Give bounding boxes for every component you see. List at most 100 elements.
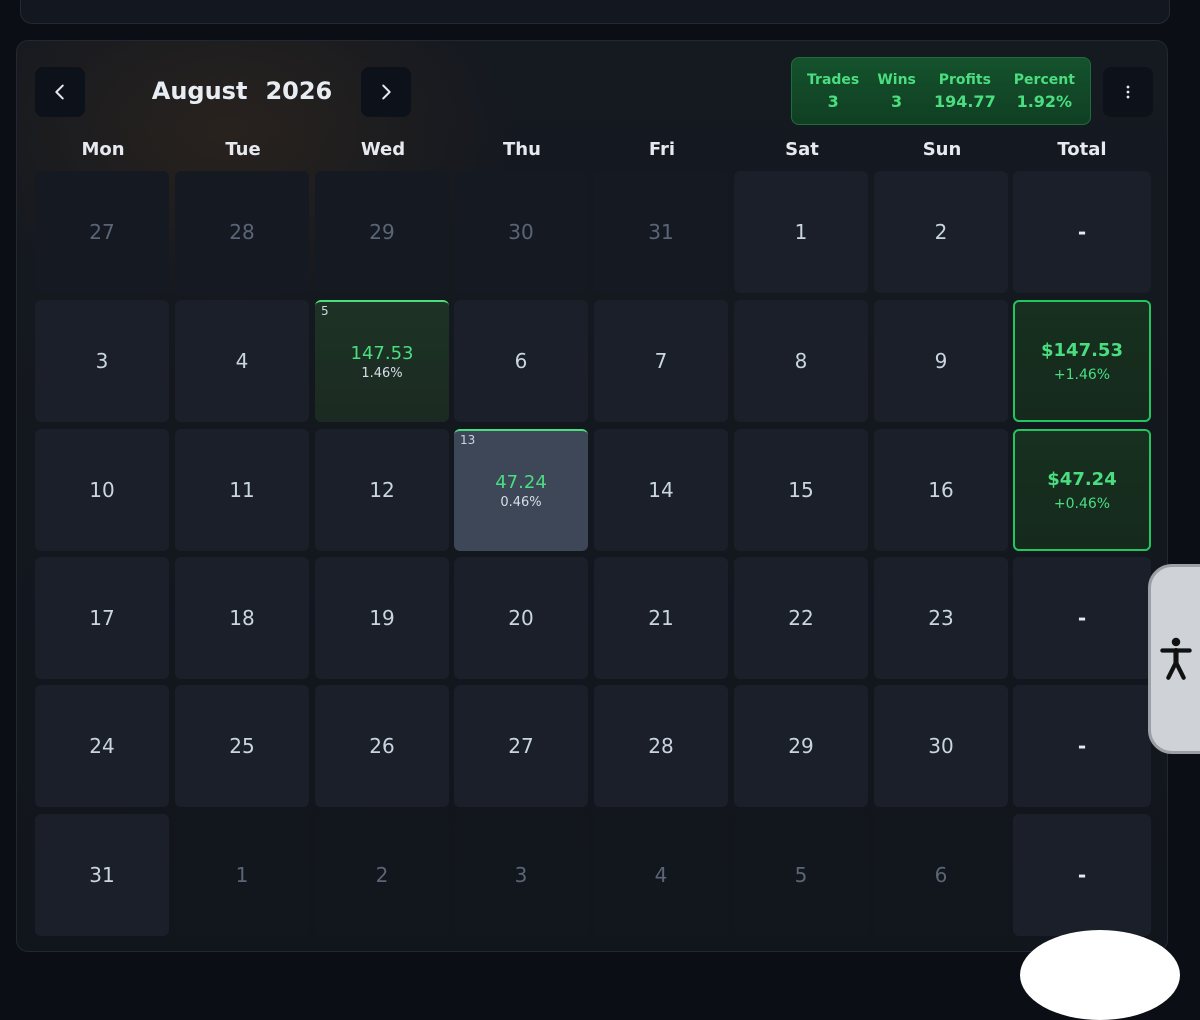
more-vertical-icon: [1126, 85, 1130, 99]
calendar-day-cell[interactable]: 31: [594, 171, 728, 293]
calendar-day-cell[interactable]: 4: [594, 814, 728, 936]
calendar-day-cell[interactable]: 7: [594, 300, 728, 422]
day-number: 14: [648, 478, 674, 502]
monthly-stats-summary: Trades 3 Wins 3 Profits 194.77 Percent 1…: [791, 57, 1091, 125]
day-number: 5: [794, 863, 808, 887]
calendar-day-cell[interactable]: 18: [175, 557, 309, 679]
calendar-day-cell[interactable]: 5: [734, 814, 868, 936]
day-percent: 1.46%: [361, 366, 403, 381]
week-total-amount: $147.53: [1041, 339, 1123, 361]
calendar-day-cell[interactable]: 27: [35, 171, 169, 293]
week-total-summary: $47.24 +0.46%: [1047, 469, 1116, 512]
weekday-header-5: Sat: [785, 139, 819, 160]
calendar-day-cell[interactable]: 1: [175, 814, 309, 936]
stat-wins: Wins 3: [877, 72, 916, 111]
calendar-day-cell[interactable]: 3: [35, 300, 169, 422]
stat-trades-label: Trades: [807, 71, 860, 88]
day-number: 29: [788, 734, 814, 758]
calendar-day-cell[interactable]: 4: [175, 300, 309, 422]
calendar-day-cell[interactable]: 17: [35, 557, 169, 679]
day-number: 1: [235, 863, 249, 887]
week-total-cell[interactable]: -: [1013, 814, 1151, 936]
calendar-day-cell[interactable]: 30: [454, 171, 588, 293]
calendar-day-cell[interactable]: 29: [734, 685, 868, 807]
calendar-day-cell[interactable]: 21: [594, 557, 728, 679]
chevron-right-icon: [382, 84, 391, 100]
stat-profits-value: 194.77: [933, 91, 996, 111]
calendar-day-cell[interactable]: 20: [454, 557, 588, 679]
prev-month-button[interactable]: [35, 67, 85, 117]
day-trade-summary: 147.53 1.46%: [351, 343, 414, 381]
calendar-day-trade-cell[interactable]: 5 147.53 1.46%: [315, 300, 449, 422]
calendar-day-cell[interactable]: 29: [315, 171, 449, 293]
calendar-day-cell[interactable]: 14: [594, 429, 728, 551]
calendar-day-cell[interactable]: 30: [874, 685, 1008, 807]
previous-card: [20, 0, 1170, 24]
calendar-day-cell[interactable]: 12: [315, 429, 449, 551]
weekday-header-1: Tue: [225, 139, 261, 160]
calendar-day-cell[interactable]: 10: [35, 429, 169, 551]
day-number: 30: [928, 734, 954, 758]
calendar-day-cell[interactable]: 11: [175, 429, 309, 551]
week-total-cell[interactable]: $47.24 +0.46%: [1013, 429, 1151, 551]
calendar-day-cell[interactable]: 22: [734, 557, 868, 679]
weekday-header-4: Fri: [648, 139, 676, 160]
week-total-cell[interactable]: -: [1013, 171, 1151, 293]
calendar-day-cell[interactable]: 6: [874, 814, 1008, 936]
week-total-cell[interactable]: -: [1013, 685, 1151, 807]
calendar-day-cell[interactable]: 19: [315, 557, 449, 679]
day-number: 4: [654, 863, 668, 887]
calendar-day-cell[interactable]: 28: [594, 685, 728, 807]
day-number: 2: [375, 863, 389, 887]
day-number: 20: [508, 606, 534, 630]
calendar-day-cell[interactable]: 24: [35, 685, 169, 807]
calendar-day-cell[interactable]: 15: [734, 429, 868, 551]
week-total-summary: $147.53 +1.46%: [1041, 340, 1123, 383]
calendar-day-cell[interactable]: 26: [315, 685, 449, 807]
month-year-title: August 2026: [137, 71, 347, 111]
day-number: 18: [229, 606, 255, 630]
calendar-day-cell[interactable]: 3: [454, 814, 588, 936]
year-label: 2026: [265, 77, 333, 105]
day-number: 11: [229, 478, 255, 502]
day-number: 21: [648, 606, 674, 630]
next-month-button[interactable]: [361, 67, 411, 117]
day-trade-summary: 47.24 0.46%: [495, 472, 547, 510]
calendar-day-cell[interactable]: 16: [874, 429, 1008, 551]
calendar-day-cell[interactable]: 25: [175, 685, 309, 807]
calendar-day-cell[interactable]: 23: [874, 557, 1008, 679]
accessibility-button[interactable]: [1148, 564, 1200, 754]
calendar-day-cell[interactable]: 1: [734, 171, 868, 293]
day-number: 28: [648, 734, 674, 758]
week-total-percent: +0.46%: [1053, 495, 1111, 512]
stat-percent-label: Percent: [1013, 71, 1075, 88]
day-number: 16: [928, 478, 954, 502]
calendar-day-cell[interactable]: 2: [315, 814, 449, 936]
day-number: 29: [369, 220, 395, 244]
day-number: 13: [460, 433, 476, 447]
calendar-menu-button[interactable]: [1103, 67, 1153, 117]
day-profit: 47.24: [495, 472, 547, 493]
day-number: 15: [788, 478, 814, 502]
day-number: 23: [928, 606, 954, 630]
weekday-header-2: Wed: [360, 139, 406, 160]
calendar-day-cell[interactable]: 27: [454, 685, 588, 807]
day-number: 7: [654, 349, 668, 373]
calendar-day-cell[interactable]: 9: [874, 300, 1008, 422]
calendar-day-cell[interactable]: 2: [874, 171, 1008, 293]
week-total-cell[interactable]: -: [1013, 557, 1151, 679]
day-number: 30: [508, 220, 534, 244]
calendar-day-trade-cell[interactable]: 13 47.24 0.46%: [454, 429, 588, 551]
chevron-left-icon: [55, 84, 64, 100]
day-number: 24: [89, 734, 115, 758]
day-number: 6: [934, 863, 948, 887]
week-total-cell[interactable]: $147.53 +1.46%: [1013, 300, 1151, 422]
day-number: 9: [934, 349, 948, 373]
calendar-day-cell[interactable]: 28: [175, 171, 309, 293]
week-total-empty: -: [1077, 606, 1087, 630]
floating-widget[interactable]: [1020, 930, 1180, 1020]
week-total-empty: -: [1077, 734, 1087, 758]
calendar-day-cell[interactable]: 8: [734, 300, 868, 422]
calendar-day-cell[interactable]: 31: [35, 814, 169, 936]
calendar-day-cell[interactable]: 6: [454, 300, 588, 422]
